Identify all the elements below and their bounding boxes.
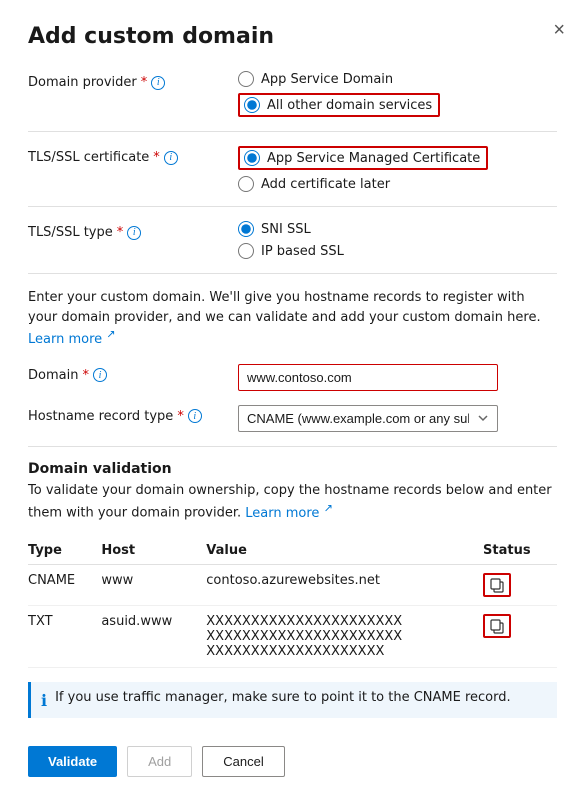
row1-type: CNAME	[28, 565, 101, 606]
app-service-managed-cert-radio[interactable]	[244, 150, 260, 166]
ip-based-ssl-option[interactable]: IP based SSL	[238, 243, 344, 259]
copy-button-row2[interactable]	[483, 614, 511, 638]
external-link-icon-2: ↗	[324, 501, 333, 514]
domain-validation-table: Type Host Value Status CNAME www contoso…	[28, 537, 557, 668]
domain-input[interactable]	[238, 364, 498, 391]
tls-ssl-cert-options: App Service Managed Certificate Add cert…	[238, 146, 488, 192]
divider-3	[28, 273, 557, 274]
tls-ssl-type-row: TLS/SSL type * i SNI SSL IP based SSL	[28, 221, 557, 259]
add-cert-later-option[interactable]: Add certificate later	[238, 176, 488, 192]
close-button[interactable]: ×	[553, 20, 565, 40]
tls-ssl-type-label: TLS/SSL type * i	[28, 221, 238, 240]
all-other-domain-services-radio[interactable]	[244, 97, 260, 113]
col-type: Type	[28, 537, 101, 565]
table-row: CNAME www contoso.azurewebsites.net	[28, 565, 557, 606]
domain-field-info-icon[interactable]: i	[93, 368, 107, 382]
copy-button-row1[interactable]	[483, 573, 511, 597]
tls-ssl-type-options: SNI SSL IP based SSL	[238, 221, 344, 259]
info-bar-icon: ℹ	[41, 691, 47, 710]
footer-buttons: Validate Add Cancel	[28, 738, 557, 777]
hostname-record-type-row: Hostname record type * i CNAME (www.exam…	[28, 405, 557, 432]
domain-field-row: Domain * i	[28, 364, 557, 391]
app-service-domain-option[interactable]: App Service Domain	[238, 71, 440, 87]
hostname-record-type-info-icon[interactable]: i	[188, 409, 202, 423]
external-link-icon: ↗	[106, 328, 115, 341]
divider-4	[28, 446, 557, 447]
row1-value: contoso.azurewebsites.net	[206, 565, 483, 606]
row2-host: asuid.www	[101, 606, 206, 668]
row2-status	[483, 606, 557, 668]
sni-ssl-option[interactable]: SNI SSL	[238, 221, 344, 237]
copy-icon	[489, 577, 505, 593]
row2-type: TXT	[28, 606, 101, 668]
sni-ssl-radio[interactable]	[238, 221, 254, 237]
col-value: Value	[206, 537, 483, 565]
hostname-record-type-label: Hostname record type * i	[28, 405, 238, 424]
domain-validation-learn-more-link[interactable]: Learn more ↗	[245, 506, 333, 521]
description-learn-more-link[interactable]: Learn more ↗	[28, 332, 116, 347]
domain-validation-section: Domain validation To validate your domai…	[28, 461, 557, 668]
info-bar-text: If you use traffic manager, make sure to…	[55, 690, 511, 705]
domain-validation-desc: To validate your domain ownership, copy …	[28, 481, 557, 523]
tls-ssl-cert-row: TLS/SSL certificate * i App Service Mana…	[28, 146, 557, 192]
add-cert-later-radio[interactable]	[238, 176, 254, 192]
domain-provider-info-icon[interactable]: i	[151, 76, 165, 90]
table-row: TXT asuid.www XXXXXXXXXXXXXXXXXXXXXXXXXX…	[28, 606, 557, 668]
ip-based-ssl-radio[interactable]	[238, 243, 254, 259]
divider-2	[28, 206, 557, 207]
all-other-domain-services-option[interactable]: All other domain services	[238, 93, 440, 117]
hostname-record-type-select[interactable]: CNAME (www.example.com or any subdo... A…	[238, 405, 498, 432]
domain-provider-options: App Service Domain All other domain serv…	[238, 71, 440, 117]
app-service-domain-radio[interactable]	[238, 71, 254, 87]
domain-provider-row: Domain provider * i App Service Domain A…	[28, 71, 557, 117]
tls-ssl-type-info-icon[interactable]: i	[127, 226, 141, 240]
description-text: Enter your custom domain. We'll give you…	[28, 288, 557, 350]
domain-field-label: Domain * i	[28, 364, 238, 383]
row1-host: www	[101, 565, 206, 606]
add-custom-domain-dialog: × Add custom domain Domain provider * i …	[0, 0, 585, 812]
col-host: Host	[101, 537, 206, 565]
col-status: Status	[483, 537, 557, 565]
app-service-managed-cert-option[interactable]: App Service Managed Certificate	[238, 146, 488, 170]
domain-provider-label: Domain provider * i	[28, 71, 238, 90]
copy-icon-2	[489, 618, 505, 634]
row1-status	[483, 565, 557, 606]
divider-1	[28, 131, 557, 132]
domain-validation-title: Domain validation	[28, 461, 557, 477]
dialog-title: Add custom domain	[28, 24, 557, 49]
tls-ssl-cert-label: TLS/SSL certificate * i	[28, 146, 238, 165]
add-button[interactable]: Add	[127, 746, 192, 777]
tls-ssl-cert-info-icon[interactable]: i	[164, 151, 178, 165]
info-bar: ℹ If you use traffic manager, make sure …	[28, 682, 557, 718]
cancel-button[interactable]: Cancel	[202, 746, 284, 777]
row2-value: XXXXXXXXXXXXXXXXXXXXXXXXXXXXXXXXXXXXXXXX…	[206, 606, 483, 668]
validate-button[interactable]: Validate	[28, 746, 117, 777]
